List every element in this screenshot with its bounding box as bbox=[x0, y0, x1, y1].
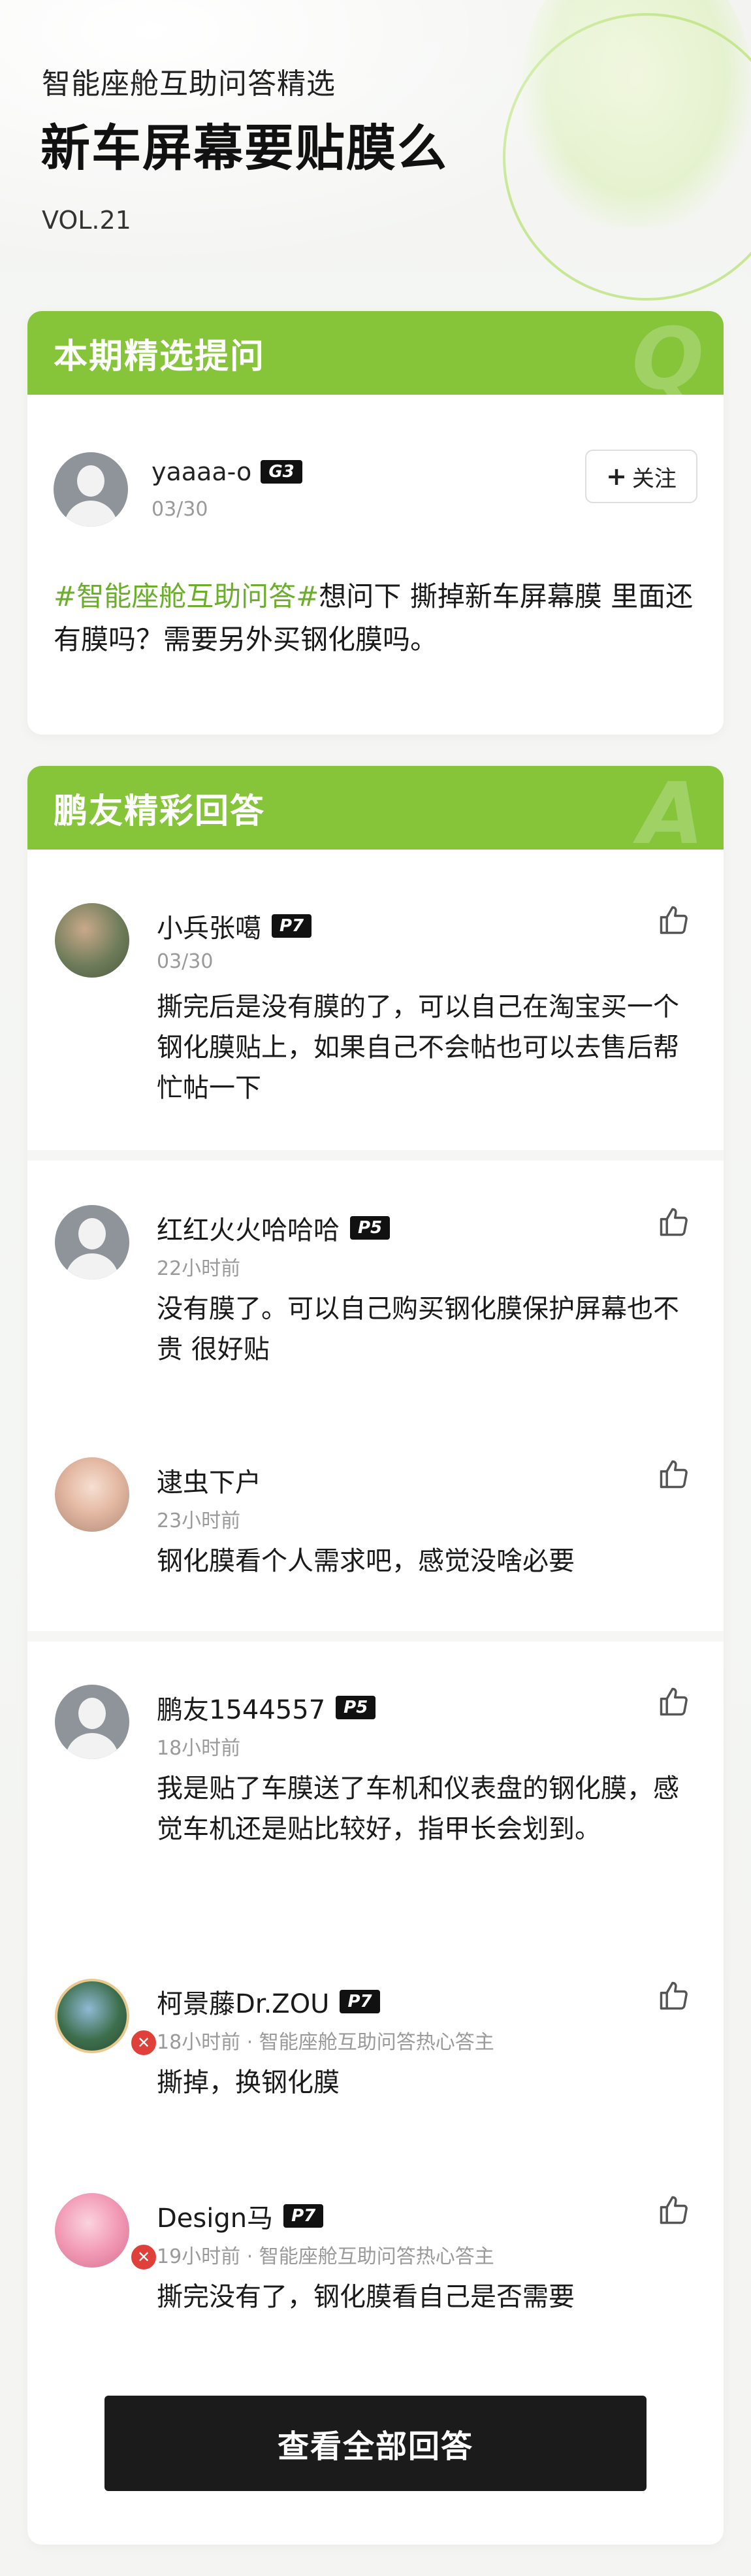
answer-meta: 18小时前 · 智能座舱互助问答热心答主 bbox=[157, 2031, 494, 2054]
answers-section-title: 鹏友精彩回答 bbox=[54, 791, 266, 831]
follow-label: 关注 bbox=[631, 465, 677, 492]
thumbs-up-icon[interactable] bbox=[657, 1205, 691, 1239]
answer-username[interactable]: 鹏友1544557 bbox=[157, 1689, 325, 1726]
default-avatar-body bbox=[65, 1733, 119, 1759]
answer-user-row: 小兵张噶 P7 bbox=[157, 907, 312, 945]
divider bbox=[27, 1150, 724, 1161]
thumbs-up-icon[interactable] bbox=[657, 1457, 691, 1491]
answers-card: 鹏友精彩回答 A 小兵张噶 P7 03/30 撕完后是没有膜的了，可以自己在淘宝… bbox=[27, 766, 724, 2545]
answer-text: 没有膜了。可以自己购买钢化膜保护屏幕也不贵 很好贴 bbox=[157, 1294, 679, 1364]
level-badge: P7 bbox=[283, 2204, 324, 2228]
default-avatar-head bbox=[77, 465, 104, 497]
answer-username[interactable]: 红红火火哈哈哈 bbox=[157, 1209, 340, 1247]
question-body: yaaaa-o G3 03/30 + 关注 #智能座舱互助问答#想问下 撕掉新车… bbox=[27, 395, 724, 735]
answer-item: 小兵张噶 P7 03/30 撕完后是没有膜的了，可以自己在淘宝买一个钢化膜贴上，… bbox=[27, 903, 724, 1138]
answer-username[interactable]: 逮虫下户 bbox=[157, 1461, 261, 1499]
hashtag-link[interactable]: #智能座舱互助问答# bbox=[54, 580, 319, 612]
level-badge: P7 bbox=[340, 1990, 380, 2013]
divider bbox=[27, 1631, 724, 1642]
avatar[interactable] bbox=[54, 452, 128, 527]
answer-item: 红红火火哈哈哈 P5 22小时前 没有膜了。可以自己购买钢化膜保护屏幕也不贵 很… bbox=[27, 1205, 724, 1401]
volume-label: VOL.21 bbox=[42, 206, 131, 235]
answer-item: 逮虫下户 23小时前 钢化膜看个人需求吧，感觉没啥必要 bbox=[27, 1457, 724, 1627]
default-avatar-head bbox=[78, 1698, 106, 1729]
answer-user-row: 红红火火哈哈哈 P5 bbox=[157, 1209, 391, 1247]
view-all-answers-button[interactable]: 查看全部回答 bbox=[104, 2396, 647, 2491]
answer-user-row: 柯景藤Dr.ZOU P7 bbox=[157, 1983, 380, 2021]
q-mark-icon: Q bbox=[631, 311, 704, 408]
answer-item: ✕ Design马 P7 19小时前 · 智能座舱互助问答热心答主 撕完没有了，… bbox=[27, 2193, 724, 2350]
thumbs-up-icon[interactable] bbox=[657, 1685, 691, 1719]
default-avatar-body bbox=[65, 1253, 119, 1280]
answer-text: 撕掉，换钢化膜 bbox=[157, 2068, 340, 2098]
question-date: 03/30 bbox=[152, 498, 208, 521]
answer-meta: 18小时前 bbox=[157, 1737, 241, 1760]
answer-user-row: 鹏友1544557 P5 bbox=[157, 1689, 376, 1726]
question-text: #智能座舱互助问答#想问下 撕掉新车屏幕膜 里面还有膜吗？需要另外买钢化膜吗。 bbox=[54, 575, 700, 661]
level-badge: P5 bbox=[350, 1216, 391, 1240]
answer-text: 撕完后是没有膜的了，可以自己在淘宝买一个钢化膜贴上，如果自己不会帖也可以去售后帮… bbox=[157, 992, 679, 1103]
header: 智能座舱互助问答精选 新车屏幕要贴膜么 VOL.21 bbox=[0, 0, 751, 307]
avatar[interactable] bbox=[55, 2193, 129, 2268]
avatar[interactable] bbox=[55, 1979, 129, 2053]
default-avatar-head bbox=[78, 1218, 106, 1249]
level-badge: P5 bbox=[336, 1696, 376, 1719]
question-card-header: 本期精选提问 Q bbox=[27, 311, 724, 401]
level-badge: G3 bbox=[261, 460, 302, 484]
answers-card-header: 鹏友精彩回答 A bbox=[27, 766, 724, 856]
verified-answerer-icon: ✕ bbox=[129, 2028, 158, 2057]
answer-meta: 03/30 bbox=[157, 950, 214, 973]
answer-item: 鹏友1544557 P5 18小时前 我是贴了车膜送了车机和仪表盘的钢化膜，感觉… bbox=[27, 1685, 724, 1920]
header-subtitle: 智能座舱互助问答精选 bbox=[42, 67, 336, 101]
answer-item: ✕ 柯景藤Dr.ZOU P7 18小时前 · 智能座舱互助问答热心答主 撕掉，换… bbox=[27, 1979, 724, 2136]
answer-username[interactable]: 小兵张噶 bbox=[157, 907, 261, 945]
question-user-row: yaaaa-o G3 bbox=[152, 457, 302, 486]
avatar[interactable] bbox=[55, 1685, 129, 1759]
page: 智能座舱互助问答精选 新车屏幕要贴膜么 VOL.21 本期精选提问 Q yaaa… bbox=[0, 0, 751, 2576]
answer-user-row: Design马 P7 bbox=[157, 2197, 324, 2235]
plus-icon: + bbox=[606, 462, 627, 491]
thumbs-up-icon[interactable] bbox=[657, 1979, 691, 2013]
question-username[interactable]: yaaaa-o bbox=[152, 457, 251, 486]
answer-user-row: 逮虫下户 bbox=[157, 1461, 261, 1499]
answer-username[interactable]: Design马 bbox=[157, 2197, 273, 2235]
verified-answerer-icon: ✕ bbox=[129, 2243, 158, 2271]
answer-text: 我是贴了车膜送了车机和仪表盘的钢化膜，感觉车机还是贴比较好，指甲长会划到。 bbox=[157, 1774, 679, 1844]
thumbs-up-icon[interactable] bbox=[657, 2193, 691, 2227]
question-section-title: 本期精选提问 bbox=[54, 337, 266, 376]
default-avatar-body bbox=[64, 501, 118, 527]
follow-button[interactable]: + 关注 bbox=[585, 450, 697, 503]
level-badge: P7 bbox=[272, 914, 312, 938]
answer-meta: 23小时前 bbox=[157, 1510, 241, 1532]
answer-meta: 22小时前 bbox=[157, 1257, 241, 1280]
answer-username[interactable]: 柯景藤Dr.ZOU bbox=[157, 1983, 329, 2021]
question-card: 本期精选提问 Q yaaaa-o G3 03/30 + 关注 #智能座舱互助问答… bbox=[27, 311, 724, 735]
answer-meta: 19小时前 · 智能座舱互助问答热心答主 bbox=[157, 2245, 494, 2268]
avatar[interactable] bbox=[55, 903, 129, 978]
a-mark-icon: A bbox=[638, 766, 704, 863]
thumbs-up-icon[interactable] bbox=[657, 903, 691, 937]
avatar[interactable] bbox=[55, 1457, 129, 1532]
page-title: 新车屏幕要贴膜么 bbox=[40, 119, 448, 177]
answer-text: 撕完没有了，钢化膜看自己是否需要 bbox=[157, 2282, 575, 2312]
avatar[interactable] bbox=[55, 1205, 129, 1280]
answer-text: 钢化膜看个人需求吧，感觉没啥必要 bbox=[157, 1546, 575, 1576]
